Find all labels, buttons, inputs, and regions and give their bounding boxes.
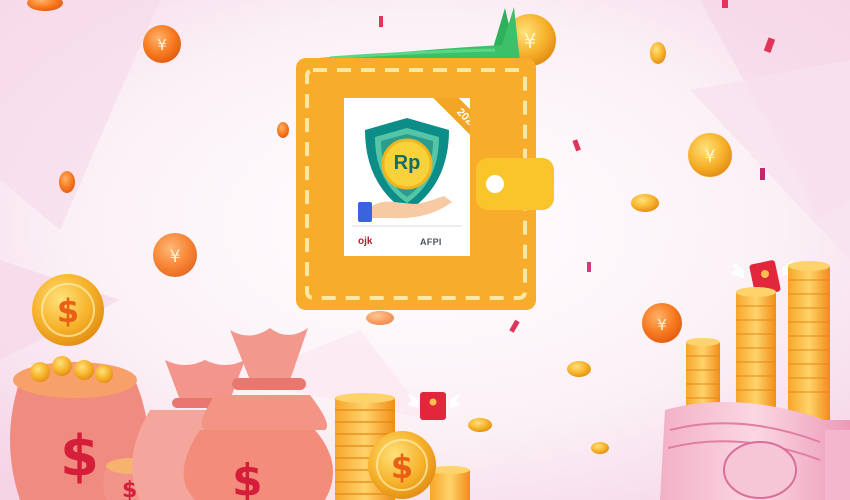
dollar-icon: $ (232, 455, 263, 500)
svg-text:¥: ¥ (170, 247, 181, 267)
svg-text:¥: ¥ (705, 147, 716, 167)
coin-icon: ¥ (642, 303, 682, 343)
coin-icon (567, 361, 591, 377)
coin-icon: ¥ (153, 233, 197, 277)
confetti (760, 168, 765, 180)
coin-icon (59, 171, 75, 193)
dollar-icon: $ (57, 292, 79, 330)
afpi-logo: AFPI (420, 237, 442, 247)
coin-icon (468, 418, 492, 432)
coin-icon: $ (32, 274, 104, 346)
svg-text:$: $ (391, 448, 413, 486)
svg-text:¥: ¥ (657, 316, 667, 334)
coin-icon (631, 194, 659, 212)
coin-icon (366, 311, 394, 325)
svg-text:¥: ¥ (524, 29, 537, 53)
confetti (379, 16, 383, 27)
confetti (587, 262, 591, 272)
coin-icon (650, 42, 666, 64)
confetti (722, 0, 728, 8)
coin-icon: ¥ (688, 133, 732, 177)
coin-icon (277, 122, 289, 138)
promo-scene: ¥ ¥ ¥ ¥ ¥ $ $ $ $ $ 2023 Rp ojk AFPI (0, 0, 850, 500)
svg-text:¥: ¥ (157, 36, 167, 54)
app-icon-card[interactable]: 2023 Rp ojk AFPI (344, 98, 470, 256)
coin-icon (591, 442, 609, 454)
currency-symbol: Rp (393, 152, 421, 174)
ojk-logo: ojk (358, 236, 373, 247)
coin-icon: ¥ (143, 25, 181, 63)
dollar-icon: $ (60, 424, 99, 489)
